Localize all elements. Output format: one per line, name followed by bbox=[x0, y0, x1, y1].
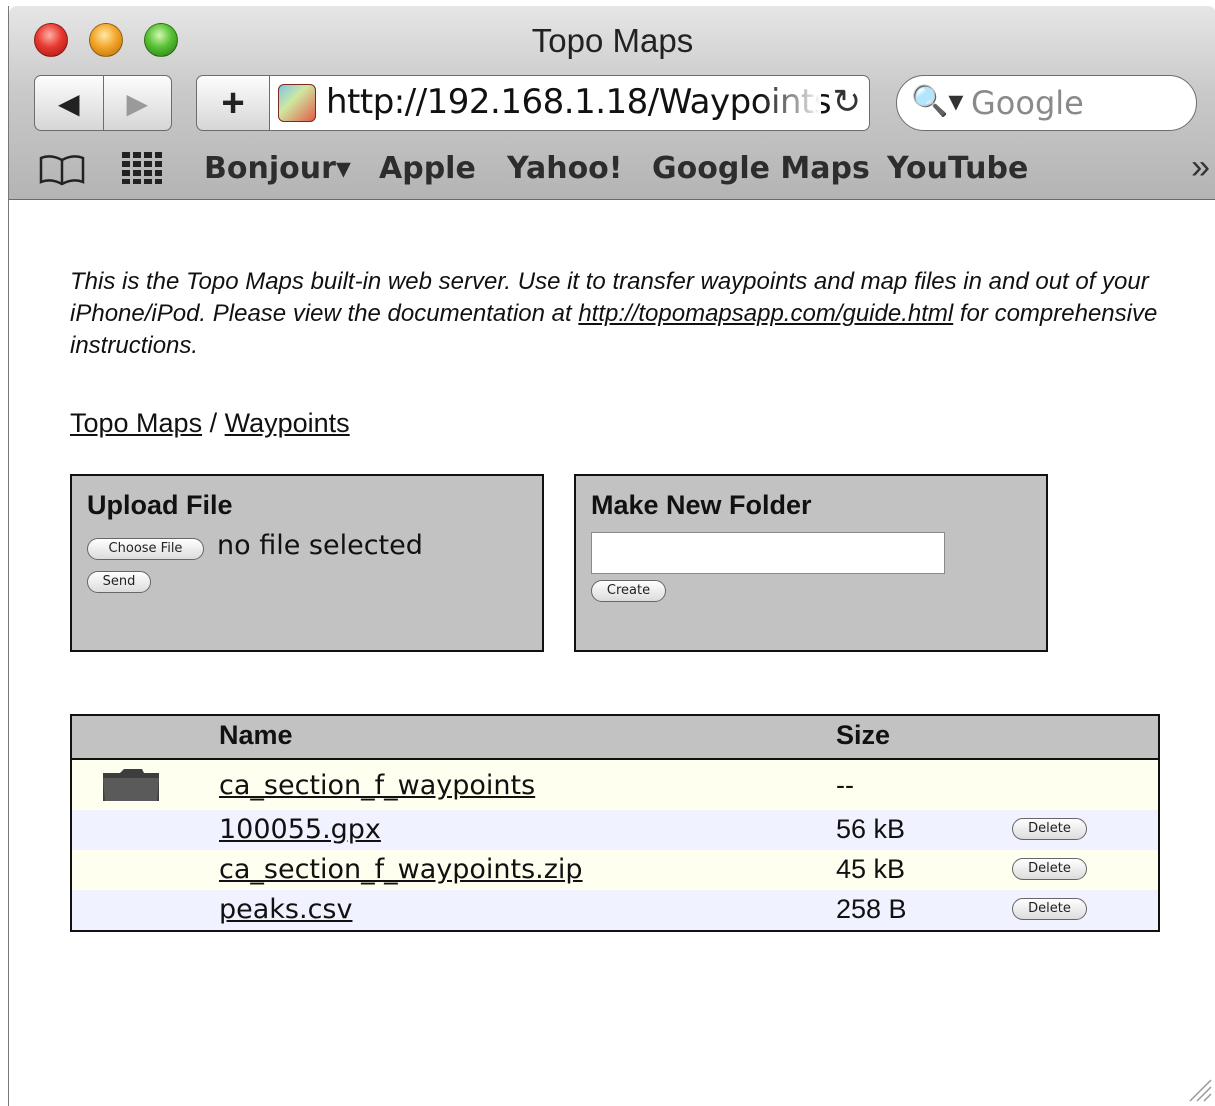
search-icon[interactable]: 🔍▾ bbox=[911, 84, 963, 119]
bookmark-yahoo[interactable]: Yahoo! bbox=[507, 151, 622, 186]
create-folder-button[interactable]: Create bbox=[591, 580, 666, 602]
back-forward-group: ◀ ▶ bbox=[34, 75, 172, 131]
table-row[interactable]: ca_section_f_waypoints.zip 45 kB Delete bbox=[72, 850, 1158, 890]
file-name-link[interactable]: 100055.gpx bbox=[219, 814, 381, 845]
search-placeholder: Google bbox=[971, 84, 1084, 122]
file-status: no file selected bbox=[217, 530, 423, 561]
choose-file-button[interactable]: Choose File bbox=[87, 538, 204, 560]
breadcrumb: Topo Maps / Waypoints bbox=[70, 408, 350, 439]
send-button[interactable]: Send bbox=[87, 571, 151, 593]
plus-icon: + bbox=[221, 80, 245, 125]
bookmark-youtube[interactable]: YouTube bbox=[887, 151, 1028, 186]
search-field[interactable]: 🔍▾ Google bbox=[896, 75, 1197, 131]
file-name-link[interactable]: peaks.csv bbox=[219, 894, 352, 925]
page-content: This is the Topo Maps built-in web serve… bbox=[9, 200, 1215, 1106]
table-row[interactable]: 100055.gpx 56 kB Delete bbox=[72, 810, 1158, 850]
bookmark-google-maps[interactable]: Google Maps bbox=[652, 151, 870, 186]
bookmark-apple[interactable]: Apple bbox=[379, 151, 476, 186]
folder-name-input[interactable] bbox=[591, 532, 945, 574]
back-button[interactable]: ◀ bbox=[35, 76, 104, 130]
file-name-link[interactable]: ca_section_f_waypoints bbox=[219, 770, 535, 801]
delete-button[interactable]: Delete bbox=[1012, 898, 1087, 920]
table-row[interactable]: ca_section_f_waypoints -- bbox=[72, 760, 1158, 810]
file-name-link[interactable]: ca_section_f_waypoints.zip bbox=[219, 854, 583, 885]
upload-file-title: Upload File bbox=[87, 490, 233, 520]
breadcrumb-separator: / bbox=[209, 408, 218, 438]
table-row[interactable]: peaks.csv 258 B Delete bbox=[72, 890, 1158, 930]
new-folder-panel: Make New Folder Create bbox=[574, 474, 1048, 652]
resize-grip-icon[interactable] bbox=[1184, 1074, 1212, 1102]
bookmarks-bar: Bonjour▾ Apple Yahoo! Google Maps YouTub… bbox=[9, 144, 1215, 194]
file-size: 45 kB bbox=[836, 854, 906, 884]
header-size: Size bbox=[836, 720, 891, 750]
breadcrumb-topo-maps[interactable]: Topo Maps bbox=[70, 408, 202, 438]
back-arrow-icon: ◀ bbox=[57, 87, 80, 119]
add-bookmark-button[interactable]: + bbox=[196, 75, 270, 131]
file-size: 56 kB bbox=[836, 814, 906, 844]
window-title: Topo Maps bbox=[531, 22, 694, 59]
more-bookmarks-icon[interactable]: » bbox=[1191, 148, 1210, 187]
forward-arrow-icon: ▶ bbox=[126, 87, 149, 119]
new-folder-title: Make New Folder bbox=[591, 490, 812, 520]
address-bar[interactable]: http://192.168.1.18/Waypoints ↻ bbox=[269, 75, 870, 131]
file-table: Name Size ca_section_f_waypoints -- 1000… bbox=[70, 714, 1160, 932]
delete-button[interactable]: Delete bbox=[1012, 858, 1087, 880]
reload-icon[interactable]: ↻ bbox=[833, 82, 862, 122]
header-name: Name bbox=[219, 720, 293, 750]
bookmark-bonjour[interactable]: Bonjour▾ bbox=[204, 151, 351, 186]
delete-button[interactable]: Delete bbox=[1012, 818, 1087, 840]
browser-window: Topo Maps ◀ ▶ + http://192.168.1.18/Wayp… bbox=[8, 6, 1215, 1106]
forward-button[interactable]: ▶ bbox=[104, 76, 172, 130]
intro-text: This is the Topo Maps built-in web serve… bbox=[70, 268, 1158, 359]
table-header: Name Size bbox=[72, 716, 1158, 760]
bookmarks-book-icon[interactable] bbox=[38, 154, 86, 186]
folder-icon bbox=[103, 769, 159, 801]
file-size: -- bbox=[836, 770, 854, 800]
guide-link[interactable]: http://topomapsapp.com/guide.html bbox=[578, 300, 953, 327]
address-text[interactable]: http://192.168.1.18/Waypoints bbox=[326, 82, 832, 122]
top-sites-grid-icon[interactable] bbox=[122, 152, 162, 184]
file-size: 258 B bbox=[836, 894, 907, 924]
browser-chrome: Topo Maps ◀ ▶ + http://192.168.1.18/Wayp… bbox=[9, 6, 1215, 200]
upload-file-panel: Upload File Choose File no file selected… bbox=[70, 474, 544, 652]
site-favicon-icon bbox=[278, 84, 316, 122]
breadcrumb-waypoints[interactable]: Waypoints bbox=[225, 408, 350, 438]
